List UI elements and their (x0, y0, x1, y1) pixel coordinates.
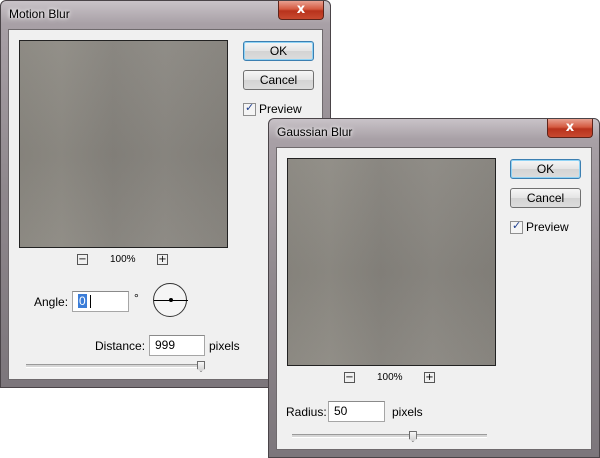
angle-dial-line (171, 300, 188, 301)
gaussian-blur-close-button[interactable]: x (547, 119, 593, 138)
distance-slider-track[interactable] (26, 364, 201, 368)
text-caret (90, 295, 92, 309)
gaussian-blur-zoom-out-button[interactable]: − (344, 372, 355, 383)
motion-blur-zoom-out-button[interactable]: − (77, 254, 88, 265)
gaussian-blur-preview-label: Preview (526, 220, 569, 234)
angle-value: 0 (78, 294, 87, 308)
gaussian-blur-preview-checkbox[interactable]: ✓ (510, 219, 523, 234)
motion-blur-titlebar[interactable]: Motion Blur x (1, 1, 330, 29)
close-icon: x (565, 120, 575, 135)
gaussian-blur-titlebar[interactable]: Gaussian Blur x (269, 119, 599, 147)
gaussian-blur-ok-button[interactable]: OK (510, 159, 581, 179)
distance-label: Distance: (95, 339, 146, 353)
check-icon: ✓ (512, 219, 522, 232)
motion-blur-preview-checkbox[interactable]: ✓ (243, 101, 256, 116)
angle-input[interactable]: 0 (72, 291, 129, 312)
radius-unit: pixels (392, 405, 423, 419)
distance-unit: pixels (209, 339, 240, 353)
gaussian-blur-zoom-in-button[interactable]: + (424, 372, 435, 383)
motion-blur-close-button[interactable]: x (278, 1, 324, 20)
gaussian-blur-cancel-button[interactable]: Cancel (510, 188, 581, 208)
minus-icon: − (345, 372, 354, 383)
angle-dial-center (169, 298, 173, 302)
degree-symbol: ° (134, 291, 139, 305)
motion-blur-preview-label: Preview (259, 102, 302, 116)
distance-slider-thumb[interactable] (197, 361, 205, 372)
motion-blur-zoom-in-button[interactable]: + (157, 254, 168, 265)
radius-label: Radius: (286, 405, 327, 419)
plus-icon: + (158, 254, 167, 265)
minus-icon: − (78, 254, 87, 265)
check-icon: ✓ (245, 101, 255, 114)
motion-blur-ok-button[interactable]: OK (243, 41, 314, 61)
gaussian-blur-title: Gaussian Blur (277, 125, 353, 139)
gaussian-blur-dialog: Gaussian Blur x OK Cancel ✓ Preview − 10… (268, 118, 600, 458)
motion-blur-preview[interactable] (19, 40, 228, 248)
angle-label: Angle: (34, 295, 69, 309)
close-icon: x (296, 2, 306, 17)
radius-input[interactable]: 50 (328, 401, 385, 422)
motion-blur-title: Motion Blur (9, 7, 70, 21)
motion-blur-cancel-button[interactable]: Cancel (243, 70, 314, 90)
distance-input[interactable]: 999 (149, 335, 205, 356)
gaussian-blur-preview[interactable] (287, 158, 496, 366)
radius-slider-thumb[interactable] (408, 431, 417, 442)
radius-slider-track[interactable] (292, 434, 487, 438)
angle-dial[interactable] (153, 283, 188, 317)
gaussian-blur-client-area: OK Cancel ✓ Preview − 100% + Radius: 50 … (276, 147, 592, 450)
plus-icon: + (425, 372, 434, 383)
motion-blur-zoom-level: 100% (110, 254, 136, 265)
gaussian-blur-zoom-level: 100% (377, 372, 403, 383)
